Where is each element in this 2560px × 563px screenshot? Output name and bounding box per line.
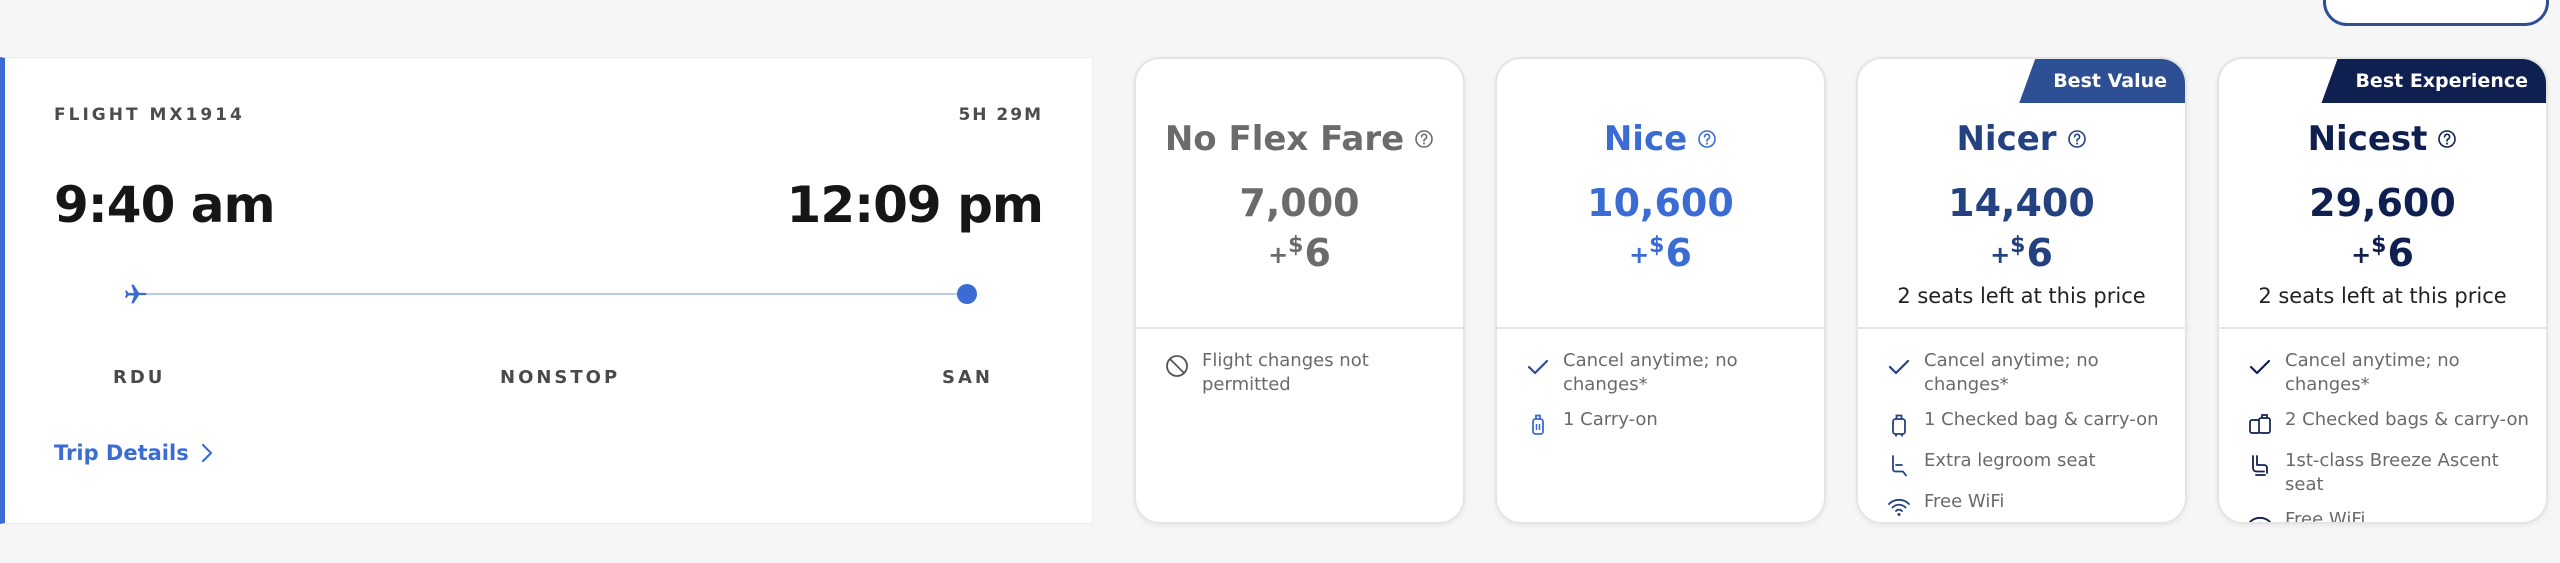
check-icon <box>1888 359 1910 375</box>
chevron-right-icon <box>201 443 212 463</box>
feature-text: 1st-class Breeze Ascent seat <box>2285 450 2499 495</box>
check-icon <box>2249 359 2271 375</box>
fare-name: Nicest <box>2307 119 2428 159</box>
fare-cash: +$6 <box>2351 231 2414 275</box>
feature-text: Free WiFi <box>2285 509 2366 524</box>
feature-item: 1 Carry-on <box>1525 408 1810 438</box>
feature-text: Cancel anytime; no changes* <box>2285 350 2460 395</box>
feature-text: Free WiFi <box>1924 491 2005 512</box>
suitcase-icon <box>1892 414 1906 437</box>
divider <box>2219 327 2546 329</box>
feature-list: Cancel anytime; no changes* 2 Checked ba… <box>2247 349 2532 524</box>
fare-title: Nice <box>1497 119 1824 159</box>
two-suitcases-icon <box>2249 414 2271 434</box>
help-icon[interactable] <box>2437 129 2457 149</box>
feature-item: 1 Checked bag & carry-on <box>1886 408 2171 438</box>
feature-item: Cancel anytime; no changes* <box>1525 349 1810 397</box>
feature-list: Cancel anytime; no changes* 1 Carry-on <box>1525 349 1810 449</box>
origin-airport: RDU <box>113 367 166 388</box>
wifi-icon <box>1888 498 1910 516</box>
fare-cash: +$6 <box>1629 231 1692 275</box>
help-icon[interactable] <box>2067 129 2087 149</box>
fare-title: No Flex Fare <box>1136 119 1463 159</box>
feature-text: 1 Carry-on <box>1563 409 1658 430</box>
fare-points: 10,600 <box>1587 181 1734 225</box>
destination-dot <box>957 284 977 304</box>
fare-name: No Flex Fare <box>1164 119 1405 159</box>
feature-list: Flight changes not permitted <box>1164 349 1449 408</box>
fare-name: Nicer <box>1956 119 2057 159</box>
feature-item: Free WiFi <box>2247 508 2532 524</box>
feature-text: 1 Checked bag & carry-on <box>1924 409 2159 430</box>
help-icon[interactable] <box>1697 129 1717 149</box>
fare-card-no-flex[interactable]: No Flex Fare 7,000 +$6 Flight changes no… <box>1134 57 1465 524</box>
feature-text: Extra legroom seat <box>1924 450 2096 471</box>
seat-icon <box>1892 455 1907 477</box>
seats-left-notice: 2 seats left at this price <box>1897 284 2146 308</box>
trip-details-label: Trip Details <box>54 441 189 465</box>
fare-points: 7,000 <box>1239 181 1360 225</box>
flight-card: FLIGHT MX1914 5H 29M 9:40 am 12:09 pm RD… <box>0 57 1093 524</box>
fare-points: 29,600 <box>2309 181 2456 225</box>
help-icon[interactable] <box>1414 129 1434 149</box>
check-icon <box>1527 359 1549 375</box>
feature-item: Extra legroom seat <box>1886 449 2171 479</box>
flight-duration: 5H 29M <box>958 105 1043 125</box>
wifi-icon <box>2249 516 2271 522</box>
fare-cash: +$6 <box>1990 231 2053 275</box>
compare-bundles-button[interactable]: Compare Bundles <box>2323 0 2549 26</box>
divider <box>1497 327 1824 329</box>
divider <box>1858 327 2185 329</box>
feature-text: 2 Checked bags & carry-on <box>2285 409 2529 430</box>
destination-airport: SAN <box>942 367 993 388</box>
fare-points: 14,400 <box>1948 181 2095 225</box>
feature-item: Free WiFi <box>1886 490 2171 520</box>
fare-card-nicer[interactable]: Best Value Nicer 14,400 +$6 2 seats left… <box>1856 57 2187 524</box>
stop-type: NONSTOP <box>500 367 621 388</box>
carry-on-icon <box>1532 414 1544 435</box>
flight-number: FLIGHT MX1914 <box>54 105 245 125</box>
fare-cash: +$6 <box>1268 231 1331 275</box>
feature-item: 1st-class Breeze Ascent seat <box>2247 449 2532 497</box>
trip-details-link[interactable]: Trip Details <box>54 441 215 465</box>
plane-icon <box>125 284 147 304</box>
divider <box>1136 327 1463 329</box>
recliner-seat-icon <box>2252 455 2268 476</box>
feature-text: Flight changes not permitted <box>1202 350 1369 395</box>
feature-text: Cancel anytime; no changes* <box>1924 350 2099 395</box>
route-line <box>135 293 967 295</box>
feature-item: 2 Checked bags & carry-on <box>2247 408 2532 438</box>
feature-list: Cancel anytime; no changes* 1 Checked ba… <box>1886 349 2171 522</box>
arrival-time: 12:09 pm <box>786 176 1044 234</box>
feature-item: Cancel anytime; no changes* <box>2247 349 2532 397</box>
fare-card-nice[interactable]: Nice 10,600 +$6 Cancel anytime; no chang… <box>1495 57 1826 524</box>
feature-item: Cancel anytime; no changes* <box>1886 349 2171 397</box>
fare-title: Nicest <box>2219 119 2546 159</box>
fare-card-nicest[interactable]: Best Experience Nicest 29,600 +$6 2 seat… <box>2217 57 2548 524</box>
departure-time: 9:40 am <box>54 176 276 234</box>
feature-text: Cancel anytime; no changes* <box>1563 350 1738 395</box>
seats-left-notice: 2 seats left at this price <box>2258 284 2507 308</box>
fare-name: Nice <box>1603 119 1688 159</box>
feature-item: Flight changes not permitted <box>1164 349 1449 397</box>
fare-title: Nicer <box>1858 119 2185 159</box>
no-icon <box>1166 355 1188 377</box>
